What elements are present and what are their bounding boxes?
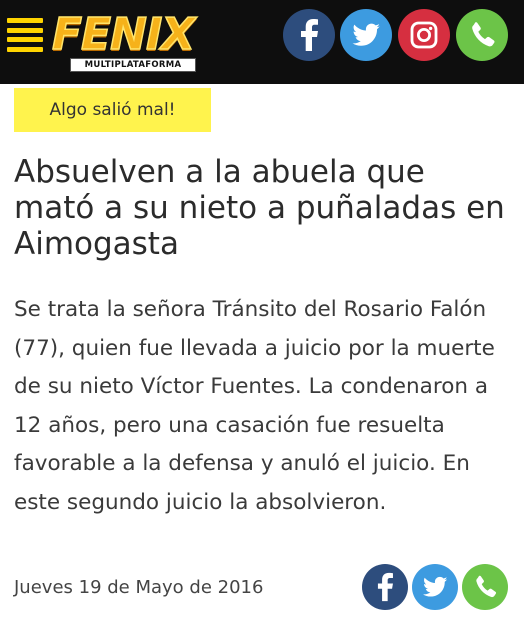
share-facebook-button[interactable] [362, 564, 408, 610]
error-alert: Algo salió mal! [14, 88, 211, 132]
whatsapp-phone-icon [476, 575, 497, 598]
whatsapp-phone-icon [472, 22, 495, 47]
twitter-icon [352, 23, 380, 46]
logo-wordmark: FENIX [51, 9, 196, 61]
site-logo[interactable]: FENIX MULTIPLATAFORMA [51, 8, 218, 74]
article-date: Jueves 19 de Mayo de 2016 [14, 577, 264, 598]
logo-tagline: MULTIPLATAFORMA [70, 58, 196, 72]
facebook-button[interactable] [283, 9, 335, 61]
share-whatsapp-button[interactable] [462, 564, 508, 610]
facebook-icon [377, 572, 393, 602]
article-title: Absuelven a la abuela que mató a su niet… [14, 154, 505, 262]
whatsapp-button[interactable] [456, 9, 508, 61]
hamburger-menu-icon[interactable] [7, 18, 43, 52]
facebook-icon [301, 19, 318, 51]
twitter-button[interactable] [340, 9, 392, 61]
article-summary: Se trata la señora Tránsito del Rosario … [14, 297, 495, 515]
top-bar: FENIX MULTIPLATAFORMA [0, 0, 524, 84]
instagram-button[interactable] [398, 9, 450, 61]
twitter-icon [423, 576, 448, 597]
instagram-icon [410, 21, 438, 49]
share-twitter-button[interactable] [412, 564, 458, 610]
